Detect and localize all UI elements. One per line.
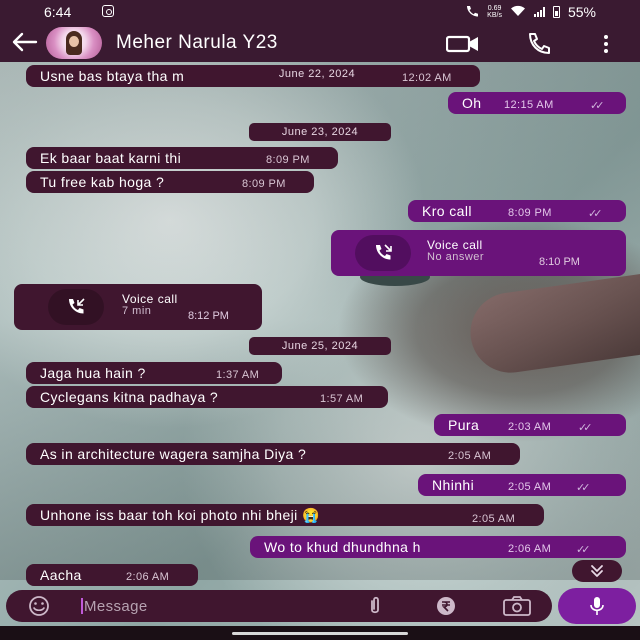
message-time: 2:06 AM <box>508 543 552 555</box>
message-time: 12:02 AM <box>402 72 452 84</box>
message-text: Usne bas btaya tha m <box>40 68 185 84</box>
message-time: 12:15 AM <box>504 99 554 111</box>
message-bubble-outgoing[interactable]: Oh 12:15 AM ✓✓ <box>448 92 626 114</box>
voice-call-card-outgoing[interactable]: Voice call No answer 8:10 PM <box>331 230 626 276</box>
message-text: As in architecture wagera samjha Diya ? <box>40 446 307 462</box>
text-cursor <box>81 598 83 614</box>
network-speed-unit: KB/s <box>487 12 502 19</box>
message-text: Pura <box>448 417 480 433</box>
message-bubble-outgoing[interactable]: Pura 2:03 AM ✓✓ <box>434 414 626 436</box>
message-time: 8:09 PM <box>266 154 310 166</box>
message-time: 2:06 AM <box>126 571 170 583</box>
read-ticks-icon: ✓✓ <box>578 422 593 434</box>
wifi-icon <box>510 5 526 20</box>
microphone-icon <box>589 596 605 616</box>
message-text: Nhinhi <box>432 477 475 493</box>
message-text: Aacha <box>40 567 82 583</box>
message-bubble-incoming[interactable]: Tu free kab hoga ? 8:09 PM <box>26 171 314 193</box>
call-icon-circle <box>355 235 411 271</box>
message-bubble-incoming[interactable]: Aacha 2:06 AM <box>26 564 198 586</box>
network-speed-value: 0.69 <box>487 5 502 12</box>
read-ticks-icon: ✓✓ <box>588 208 603 220</box>
signal-icon <box>533 7 545 17</box>
message-text: Unhone iss baar toh koi photo nhi bheji … <box>40 507 320 523</box>
message-time: 8:09 PM <box>508 207 552 219</box>
message-text: Wo to khud dhundhna h <box>264 539 421 555</box>
message-time: 1:57 AM <box>320 393 364 405</box>
read-ticks-icon: ✓✓ <box>576 544 591 556</box>
message-text: Cyclegans kitna padhaya ? <box>40 389 219 405</box>
message-text: Ek baar baat karni thi <box>40 150 182 166</box>
message-time: 2:05 AM <box>472 513 516 525</box>
message-text: Jaga hua hain ? <box>40 365 146 381</box>
camera-icon[interactable] <box>500 596 534 616</box>
video-call-icon[interactable] <box>445 35 480 53</box>
call-title: Voice call <box>122 292 178 306</box>
message-bubble-incoming[interactable]: Unhone iss baar toh koi photo nhi bheji … <box>26 504 544 526</box>
call-status-icon <box>465 5 479 20</box>
battery-icon <box>552 6 560 18</box>
message-bubble-incoming[interactable]: Jaga hua hain ? 1:37 AM <box>26 362 282 384</box>
date-chip: June 23, 2024 <box>249 123 391 141</box>
call-status: No answer <box>427 251 485 263</box>
call-title: Voice call <box>427 238 483 252</box>
voice-message-button[interactable] <box>558 588 636 624</box>
message-time: 2:05 AM <box>448 450 492 462</box>
call-time: 8:12 PM <box>188 310 229 322</box>
message-bubble-incoming[interactable]: As in architecture wagera samjha Diya ? … <box>26 443 520 465</box>
message-time: 2:05 AM <box>508 481 552 493</box>
call-time: 8:10 PM <box>539 256 580 268</box>
chat-header: Meher Narula Y23 <box>0 24 640 62</box>
read-ticks-icon: ✓✓ <box>590 100 605 112</box>
date-chip: June 25, 2024 <box>249 337 391 355</box>
voice-call-icon[interactable] <box>524 32 554 54</box>
call-duration: 7 min <box>122 305 152 317</box>
message-bubble-incoming[interactable]: Ek baar baat karni thi 8:09 PM <box>26 147 338 169</box>
contact-avatar[interactable] <box>46 27 102 59</box>
contact-name[interactable]: Meher Narula Y23 <box>116 32 278 54</box>
chat-list[interactable]: Usne bas btaya tha m 12:02 AM June 22, 2… <box>0 62 640 590</box>
message-time: 2:03 AM <box>508 421 552 433</box>
message-bubble-incoming[interactable]: Cyclegans kitna padhaya ? 1:57 AM <box>26 386 388 408</box>
attach-icon[interactable] <box>362 596 388 616</box>
message-time: 8:09 PM <box>242 178 286 190</box>
network-speed: 0.69 KB/s <box>487 5 502 19</box>
message-input[interactable] <box>84 596 344 616</box>
battery-percent: 55% <box>567 4 596 20</box>
payment-rupee-icon[interactable] <box>432 595 460 617</box>
message-text: Tu free kab hoga ? <box>40 174 165 190</box>
date-chip: June 22, 2024 <box>250 65 384 83</box>
status-icons: 0.69 KB/s 55% <box>465 4 596 20</box>
message-text: Kro call <box>422 203 472 219</box>
emoji-icon[interactable] <box>24 595 54 617</box>
instagram-notification-icon <box>102 5 114 17</box>
voice-call-card-incoming[interactable]: Voice call 7 min 8:12 PM <box>14 284 262 330</box>
scroll-to-bottom-button[interactable] <box>572 560 622 582</box>
system-navigation-bar <box>0 626 640 640</box>
read-ticks-icon: ✓✓ <box>576 482 591 494</box>
call-icon-circle <box>48 289 104 325</box>
message-text: Oh <box>462 95 482 111</box>
status-time: 6:44 <box>44 4 72 20</box>
message-composer <box>6 590 552 622</box>
message-bubble-outgoing[interactable]: Kro call 8:09 PM ✓✓ <box>408 200 626 222</box>
more-options-icon[interactable] <box>598 34 614 54</box>
message-bubble-outgoing[interactable]: Wo to khud dhundhna h 2:06 AM ✓✓ <box>250 536 626 558</box>
home-gesture-handle[interactable] <box>232 632 408 635</box>
status-bar: 6:44 0.69 KB/s 55% <box>0 0 640 24</box>
message-time: 1:37 AM <box>216 369 260 381</box>
message-bubble-outgoing[interactable]: Nhinhi 2:05 AM ✓✓ <box>418 474 626 496</box>
back-arrow-icon[interactable] <box>10 30 38 54</box>
avatar-face <box>69 36 79 47</box>
